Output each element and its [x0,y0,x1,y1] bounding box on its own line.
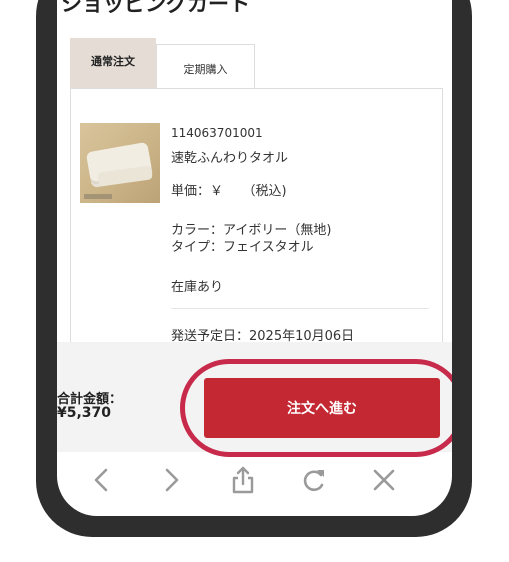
phone-screen: ショッピングカート 通常注文 定期購入 114063701001 速乾ふんわりタ… [57,0,452,516]
total-amount: ¥5,370 [57,405,112,421]
share-icon[interactable] [223,460,263,500]
product-image[interactable] [80,123,160,203]
browser-toolbar [57,452,452,508]
product-name[interactable]: 速乾ふんわりタオル [171,147,288,166]
proceed-to-order-button[interactable]: 注文へ進む [204,378,440,438]
unit-price: 単価：￥ （税込) [171,184,287,199]
reload-icon[interactable] [294,460,334,500]
tab-subscription[interactable]: 定期購入 [156,44,255,88]
product-type: タイプ：フェイスタオル [171,240,314,255]
image-watermark [84,194,112,199]
close-icon[interactable] [364,460,404,500]
tab-regular-order[interactable]: 通常注文 [70,38,156,88]
back-icon[interactable] [81,460,121,500]
divider [171,308,429,309]
stock-status: 在庫あり [171,280,224,295]
forward-icon[interactable] [152,460,192,500]
page-title: ショッピングカート [61,0,250,16]
product-code: 114063701001 [171,126,263,140]
